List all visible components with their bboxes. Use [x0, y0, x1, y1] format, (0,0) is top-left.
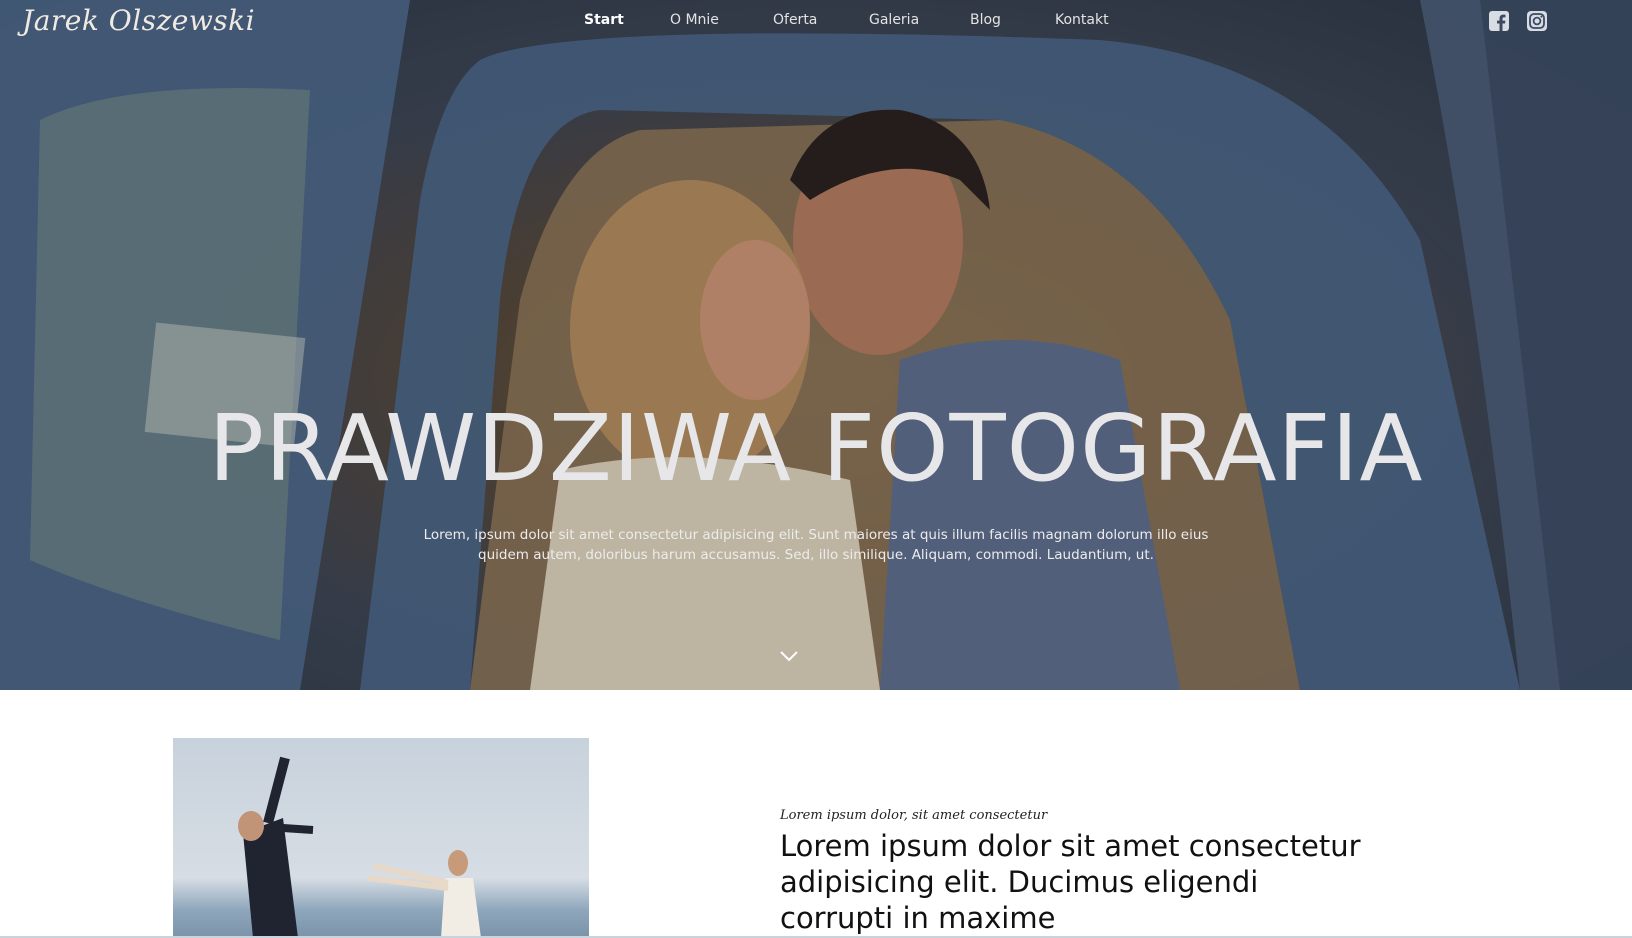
nav-item-start[interactable]: Start: [584, 12, 624, 28]
nav-item-galeria[interactable]: Galeria: [869, 12, 919, 28]
couple-beach-photo: [173, 738, 589, 938]
hero-overlay: [0, 0, 1632, 690]
nav-item-blog[interactable]: Blog: [970, 12, 1001, 28]
social-links: [1488, 10, 1548, 32]
nav-item-kontakt[interactable]: Kontakt: [1055, 12, 1109, 28]
hero-title: PRAWDZIWA FOTOGRAFIA: [208, 395, 1424, 502]
nav-item-oferta[interactable]: Oferta: [773, 12, 817, 28]
hero-description: Lorem, ipsum dolor sit amet consectetur …: [423, 527, 1209, 563]
main-nav: Start O Mnie Oferta Galeria Blog Kontakt: [0, 12, 1632, 38]
instagram-icon[interactable]: [1526, 10, 1548, 32]
hero-section: Jarek Olszewski Start O Mnie Oferta Gale…: [0, 0, 1632, 690]
section-kicker: Lorem ipsum dolor, sit amet consectetur: [780, 808, 1048, 823]
facebook-icon[interactable]: [1488, 10, 1510, 32]
section-heading: Lorem ipsum dolor sit amet consectetur a…: [780, 829, 1361, 935]
chevron-down-icon[interactable]: [778, 648, 800, 664]
nav-item-o-mnie[interactable]: O Mnie: [670, 12, 719, 28]
